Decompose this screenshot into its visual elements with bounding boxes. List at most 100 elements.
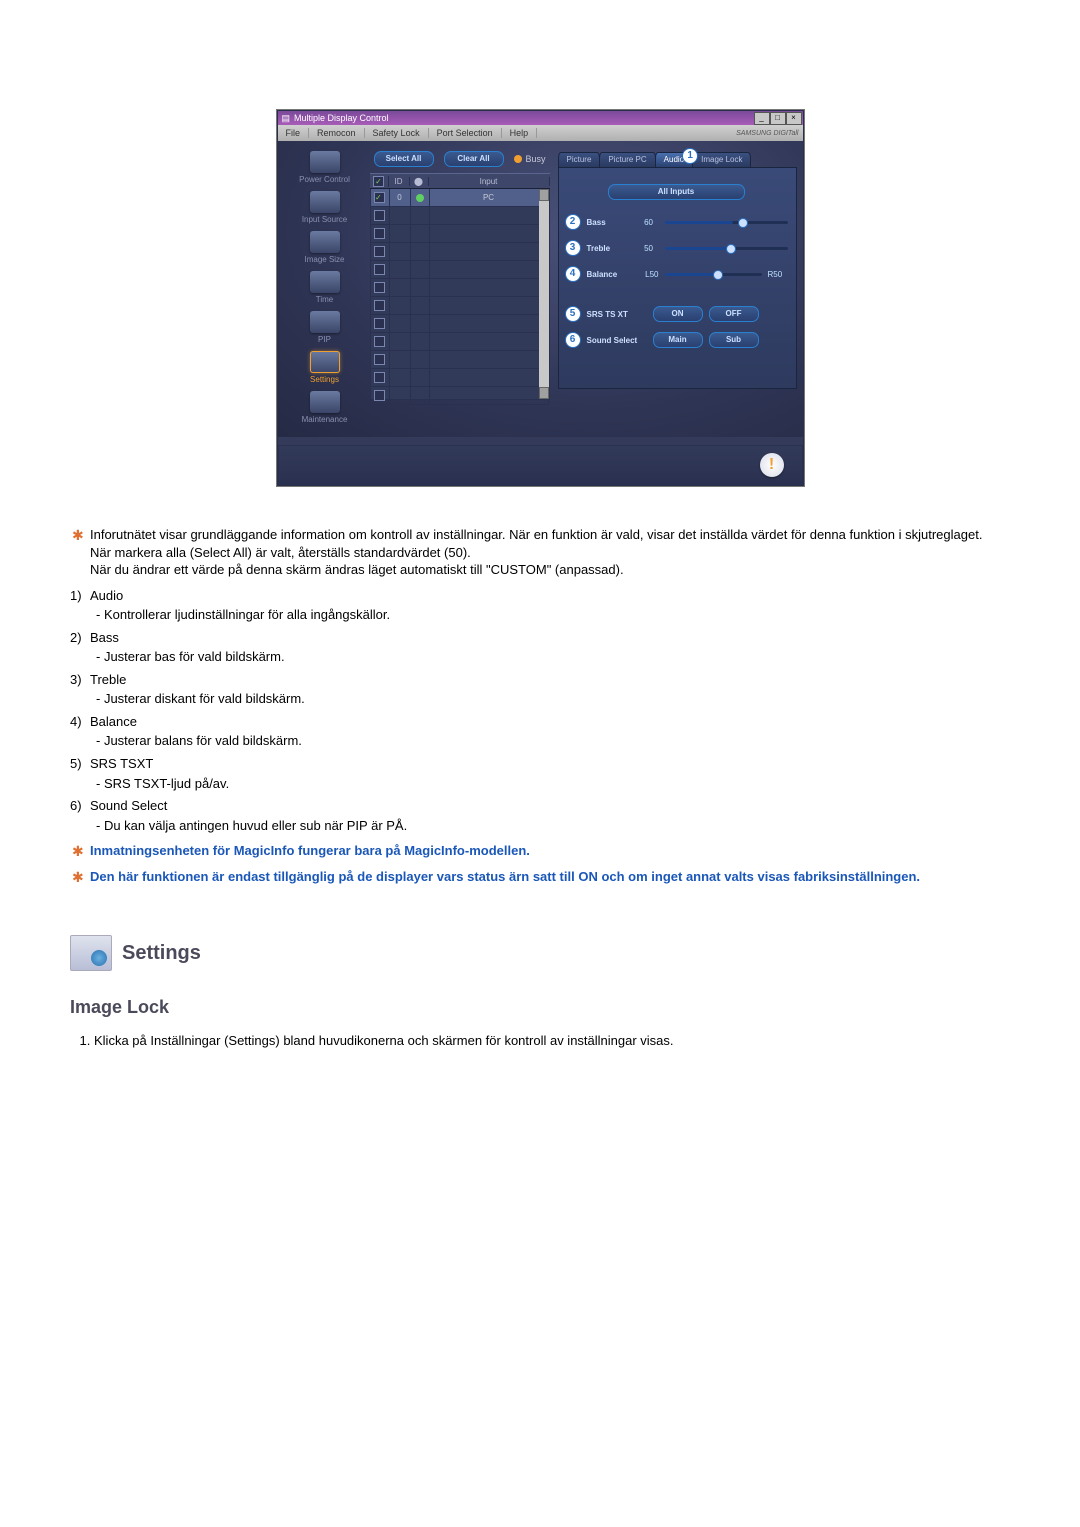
col-id: ID [389,177,410,186]
scroll-down-icon[interactable] [539,387,549,399]
list-item: 3) Treble - Justerar diskant för vald bi… [70,671,1010,708]
list-item: 6) Sound Select - Du kan välja antingen … [70,797,1010,834]
row-checkbox[interactable] [374,372,385,383]
tab-audio[interactable]: Audio 1 [655,152,693,167]
row-checkbox[interactable] [374,336,385,347]
status-bar: ! [278,445,803,485]
status-dot-icon [416,194,424,202]
table-row[interactable] [371,387,549,405]
slider-handle-icon[interactable] [726,244,736,254]
select-all-button[interactable]: Select All [374,151,434,167]
sidebar-item-power-control[interactable]: Power Control [284,151,366,189]
row-checkbox[interactable] [374,264,385,275]
slider-balance: 4 Balance L50 R50 [565,266,788,282]
menu-help[interactable]: Help [502,128,538,138]
tab-picture[interactable]: Picture [558,152,601,167]
pip-icon [310,311,340,333]
time-icon [310,271,340,293]
scrollbar[interactable] [539,189,549,399]
busy-indicator: Busy [514,154,546,164]
srs-on-button[interactable]: ON [653,306,703,322]
sidebar-item-input-source[interactable]: Input Source [284,191,366,229]
row-checkbox[interactable] [374,210,385,221]
sidebar-item-pip[interactable]: PIP [284,311,366,349]
row-checkbox[interactable] [374,228,385,239]
row-checkbox[interactable] [374,318,385,329]
numbered-list: 1) Audio - Kontrollerar ljudinställninga… [70,587,1010,835]
table-row[interactable] [371,261,549,279]
header-checkbox-icon[interactable] [373,176,384,187]
minimize-button[interactable]: _ [754,112,770,125]
menu-file[interactable]: File [278,128,310,138]
menu-safety-lock[interactable]: Safety Lock [365,128,429,138]
callout-1: 1 [682,148,698,164]
sidebar-item-time[interactable]: Time [284,271,366,309]
list-item: 4) Balance - Justerar balans för vald bi… [70,713,1010,750]
callout-4: 4 [565,266,581,282]
treble-slider[interactable] [665,247,788,250]
table-row[interactable] [371,207,549,225]
step-item: Klicka på Inställningar (Settings) bland… [94,1032,1010,1050]
table-row[interactable] [371,297,549,315]
sidebar-item-maintenance[interactable]: Maintenance [284,391,366,429]
balance-slider[interactable] [665,273,762,276]
input-source-icon [310,191,340,213]
scroll-up-icon[interactable] [539,189,549,201]
bass-slider[interactable] [665,221,788,224]
tab-image-lock[interactable]: Image Lock [692,152,751,167]
table-row[interactable]: 0 PC [371,189,549,207]
option-srs-tsxt: 5 SRS TS XT ON OFF [565,306,788,322]
row-checkbox[interactable] [374,192,385,203]
slider-handle-icon[interactable] [713,270,723,280]
row-checkbox[interactable] [374,300,385,311]
row-checkbox[interactable] [374,282,385,293]
settings-tabs: Picture Picture PC Audio 1 Image Lock [558,151,797,167]
table-row[interactable] [371,333,549,351]
sound-main-button[interactable]: Main [653,332,703,348]
col-status: ⬤ [410,177,429,186]
callout-5: 5 [565,306,581,322]
slider-treble: 3 Treble 50 [565,240,788,256]
clear-all-button[interactable]: Clear All [444,151,504,167]
settings-panel: Picture Picture PC Audio 1 Image Lock Al… [554,151,797,429]
row-checkbox[interactable] [374,246,385,257]
table-row[interactable] [371,351,549,369]
note-magicinfo: Inmatningsenheten för MagicInfo fungerar… [70,842,1010,860]
table-row[interactable] [371,315,549,333]
table-row[interactable] [371,225,549,243]
tab-picture-pc[interactable]: Picture PC [599,152,655,167]
grid-header: ID ⬤ Input [370,173,550,189]
note-availability: Den här funktionen är endast tillgänglig… [70,868,1010,886]
document-body: Inforutnätet visar grundläggande informa… [70,526,1010,1049]
row-checkbox[interactable] [374,390,385,401]
table-row[interactable] [371,243,549,261]
srs-off-button[interactable]: OFF [709,306,759,322]
maintenance-icon [310,391,340,413]
subheading: Image Lock [70,995,1010,1019]
grid-body: 0 PC [370,189,550,400]
sidebar-item-settings[interactable]: Settings [284,351,366,389]
close-button[interactable]: × [786,112,802,125]
sound-sub-button[interactable]: Sub [709,332,759,348]
list-item: 5) SRS TSXT - SRS TSXT-ljud på/av. [70,755,1010,792]
slider-handle-icon[interactable] [738,218,748,228]
row-checkbox[interactable] [374,354,385,365]
table-row[interactable] [371,369,549,387]
sidebar-item-image-size[interactable]: Image Size [284,231,366,269]
app-icon: ▤ [282,113,291,124]
app-title: Multiple Display Control [294,113,389,123]
section-title: Settings [122,940,201,967]
settings-icon [310,351,340,373]
callout-3: 3 [565,240,581,256]
col-check [370,176,389,187]
table-row[interactable] [371,279,549,297]
menu-remocon[interactable]: Remocon [309,128,365,138]
menu-port-selection[interactable]: Port Selection [429,128,502,138]
all-inputs-button[interactable]: All Inputs [608,184,745,200]
display-list: Select All Clear All Busy ID ⬤ Input [370,151,550,429]
maximize-button[interactable]: □ [770,112,786,125]
alert-icon[interactable]: ! [760,453,784,477]
section-header: Settings [70,935,1010,971]
col-input: Input [429,177,550,186]
busy-dot-icon [514,155,522,163]
